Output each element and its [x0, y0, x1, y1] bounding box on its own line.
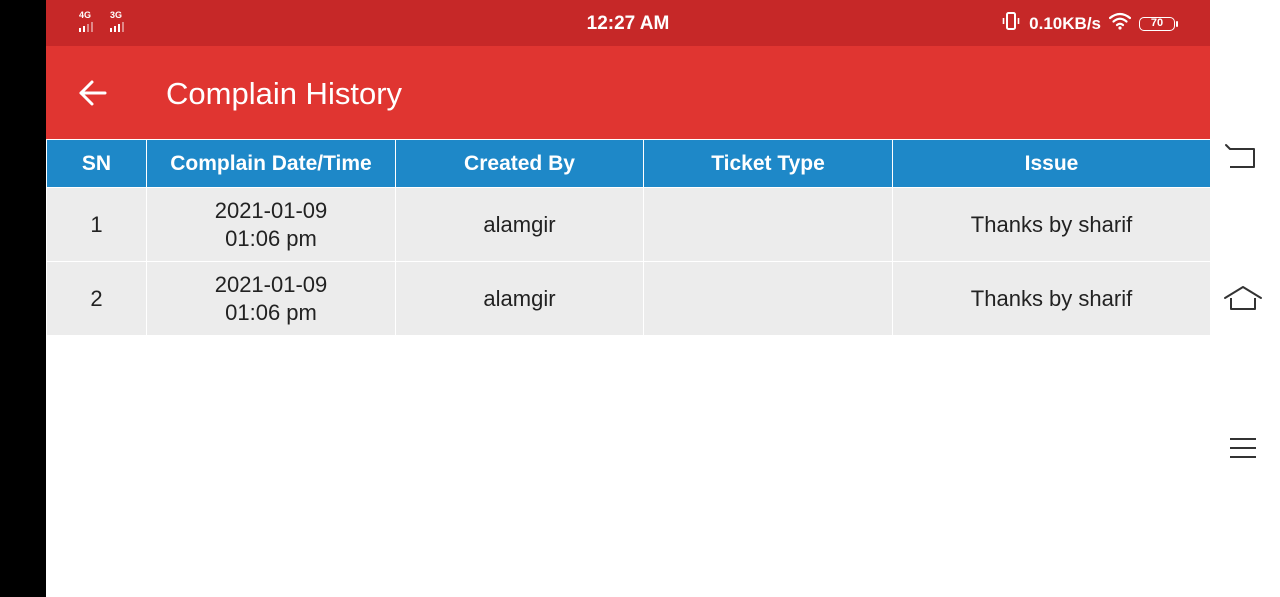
arrow-left-icon: [79, 80, 107, 106]
cell-time: 01:06 pm: [225, 299, 317, 325]
left-black-bar: [0, 0, 46, 597]
table-row[interactable]: 1 2021-01-09 01:06 pm alamgir Thanks by …: [46, 187, 1211, 262]
status-bar: 4G 3G 12:27 AM 0.10KB/s 70: [46, 0, 1210, 46]
column-header-sn: SN: [46, 139, 147, 188]
cell-sn: 2: [46, 261, 147, 336]
cell-date-time: 2021-01-09 01:06 pm: [146, 261, 396, 336]
nav-home-button[interactable]: [1223, 279, 1263, 319]
column-header-ticket-type: Ticket Type: [643, 139, 893, 188]
cell-issue: Thanks by sharif: [892, 261, 1211, 336]
complain-history-table: SN Complain Date/Time Created By Ticket …: [46, 139, 1211, 336]
cell-sn: 1: [46, 187, 147, 262]
data-speed: 0.10KB/s: [1029, 13, 1101, 33]
app-screen: 4G 3G 12:27 AM 0.10KB/s 70 Complain Hist…: [46, 0, 1211, 597]
navigation-bar: [1210, 0, 1280, 597]
cell-ticket-type: [643, 261, 893, 336]
home-nav-icon: [1224, 286, 1262, 310]
table-row[interactable]: 2 2021-01-09 01:06 pm alamgir Thanks by …: [46, 261, 1211, 336]
column-header-date-time: Complain Date/Time: [146, 139, 396, 188]
battery-level: 70: [1139, 16, 1175, 31]
cell-created-by: alamgir: [395, 187, 644, 262]
nav-back-button[interactable]: [1223, 138, 1263, 178]
column-header-created-by: Created By: [395, 139, 644, 188]
back-nav-icon: [1225, 144, 1255, 168]
cell-time: 01:06 pm: [225, 225, 317, 251]
cell-ticket-type: [643, 187, 893, 262]
nav-menu-button[interactable]: [1223, 428, 1263, 468]
wifi-icon: [1108, 12, 1132, 35]
table-header-row: SN Complain Date/Time Created By Ticket …: [46, 139, 1211, 188]
back-button[interactable]: [76, 76, 110, 110]
battery-icon: 70: [1139, 16, 1178, 31]
vibrate-icon: [1001, 11, 1021, 36]
cell-date: 2021-01-09: [214, 271, 328, 297]
page-title: Complain History: [166, 76, 403, 111]
app-bar: Complain History: [46, 46, 1210, 139]
menu-nav-icon: [1230, 438, 1256, 458]
cell-issue: Thanks by sharif: [892, 187, 1211, 262]
cell-date: 2021-01-09: [214, 197, 328, 223]
column-header-issue: Issue: [892, 139, 1211, 188]
cell-date-time: 2021-01-09 01:06 pm: [146, 187, 396, 262]
cell-created-by: alamgir: [395, 261, 644, 336]
status-right-group: 0.10KB/s 70: [1001, 11, 1178, 36]
